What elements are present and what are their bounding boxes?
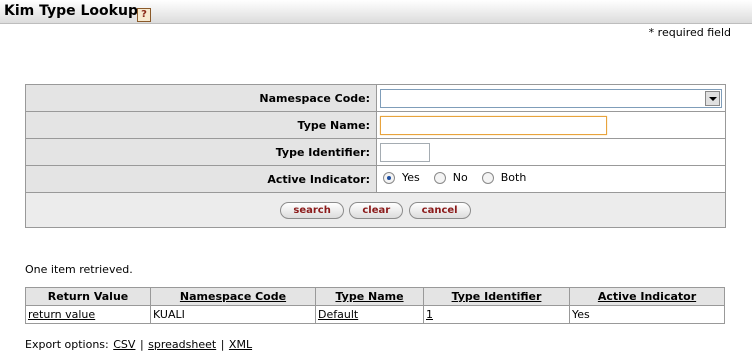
export-separator: | [220, 338, 225, 351]
type-identifier-label: Type Identifier: [25, 138, 377, 166]
column-header-return-value: Return Value [25, 287, 151, 306]
namespace-code-row: Namespace Code: [25, 84, 726, 112]
cancel-button[interactable]: cancel [408, 201, 471, 219]
type-name-link[interactable]: Default [318, 308, 358, 321]
active-indicator-row: Active Indicator: Yes No Both [25, 165, 726, 193]
export-options-label: Export options: [25, 338, 109, 351]
result-count: One item retrieved. [25, 263, 133, 276]
help-icon[interactable]: ? [137, 8, 151, 22]
column-header-type-identifier-label: Type Identifier [451, 290, 542, 303]
table-row: return value KUALI Default 1 Yes [25, 305, 725, 324]
namespace-code-select[interactable] [380, 88, 722, 108]
chevron-down-icon[interactable] [705, 90, 720, 106]
active-no-radio[interactable] [433, 171, 446, 184]
export-xml-link[interactable]: XML [229, 338, 252, 351]
type-name-input[interactable] [380, 115, 607, 135]
active-both-label: Both [500, 171, 527, 185]
active-both-radio[interactable] [481, 171, 494, 184]
column-header-type-name[interactable]: Type Name [315, 287, 424, 306]
namespace-code-cell: KUALI [150, 305, 316, 324]
export-separator: | [139, 338, 144, 351]
column-header-type-name-label: Type Name [335, 290, 404, 303]
active-indicator-cell: Yes [569, 305, 725, 324]
active-yes-radio[interactable] [383, 171, 395, 184]
search-button[interactable]: search [280, 201, 344, 219]
header-bar: Kim Type Lookup ? [0, 0, 752, 24]
lookup-criteria-form: Namespace Code: Type Name: Type Identifi… [25, 84, 726, 228]
export-spreadsheet-link[interactable]: spreadsheet [148, 338, 216, 351]
clear-button[interactable]: clear [349, 201, 404, 219]
active-no-label: No [452, 171, 468, 185]
type-identifier-link[interactable]: 1 [426, 308, 433, 321]
column-header-active-indicator-label: Active Indicator [597, 290, 697, 303]
type-name-row: Type Name: [25, 111, 726, 139]
return-value-link[interactable]: return value [28, 308, 95, 321]
type-identifier-row: Type Identifier: [25, 138, 726, 166]
results-table: Return Value Namespace Code Type Name Ty… [25, 287, 725, 324]
active-indicator-radio-group: Yes No Both [380, 171, 537, 184]
type-identifier-input[interactable] [380, 142, 430, 162]
required-field-note: * required field [648, 26, 731, 39]
namespace-code-label: Namespace Code: [25, 84, 377, 112]
export-csv-link[interactable]: CSV [113, 338, 135, 351]
export-options: Export options: CSV | spreadsheet | XML [25, 338, 253, 351]
column-header-namespace-code-label: Namespace Code [179, 290, 287, 303]
column-header-type-identifier[interactable]: Type Identifier [423, 287, 570, 306]
column-header-namespace-code[interactable]: Namespace Code [150, 287, 316, 306]
active-indicator-label: Active Indicator: [25, 165, 377, 193]
column-header-active-indicator[interactable]: Active Indicator [569, 287, 725, 306]
active-yes-label: Yes [402, 171, 420, 185]
results-header-row: Return Value Namespace Code Type Name Ty… [25, 287, 725, 306]
type-name-label: Type Name: [25, 111, 377, 139]
page-title: Kim Type Lookup [4, 3, 138, 19]
buttons-row: search clear cancel [25, 192, 726, 228]
